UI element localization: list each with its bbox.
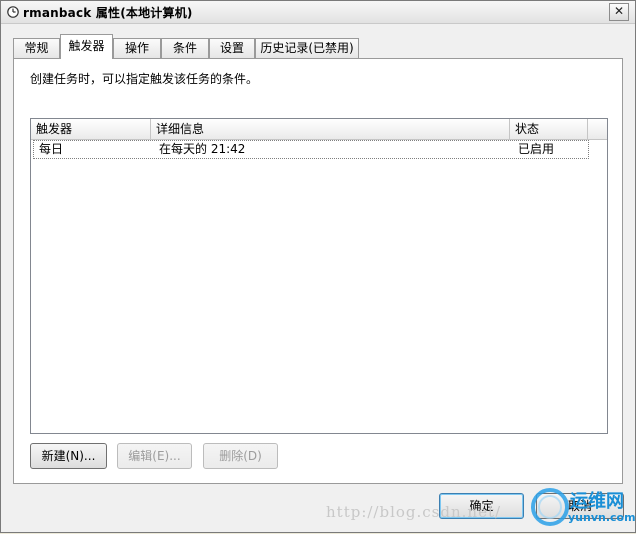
close-button[interactable]: ✕ [609, 3, 629, 21]
tab-general[interactable]: 常规 [13, 38, 60, 58]
logo-text: 运维网 [570, 491, 624, 512]
watermark-url: http://blog.csdn.net/ [326, 503, 502, 521]
tab-triggers[interactable]: 触发器 [60, 34, 113, 59]
table-row[interactable]: 每日 在每天的 21:42 已启用 [33, 140, 589, 159]
triggers-list[interactable]: 触发器 详细信息 状态 每日 在每天的 21:42 已启用 [30, 118, 608, 434]
triggers-panel: 创建任务时，可以指定触发该任务的条件。 触发器 详细信息 状态 每日 在每天的 … [13, 58, 623, 484]
panel-description: 创建任务时，可以指定触发该任务的条件。 [30, 72, 259, 86]
site-logo: 运维网 yunvn.com [530, 485, 636, 531]
clock-icon [7, 6, 19, 18]
cell-trigger: 每日 [39, 142, 64, 156]
cell-details: 在每天的 21:42 [159, 142, 246, 156]
tab-history[interactable]: 历史记录(已禁用) [255, 38, 359, 58]
column-header-details[interactable]: 详细信息 [151, 119, 510, 139]
logo-domain: yunvn.com [568, 511, 636, 524]
title-bar[interactable]: rmanback 属性(本地计算机) ✕ [1, 1, 635, 24]
edit-trigger-button[interactable]: 编辑(E)... [117, 443, 192, 469]
column-header-status[interactable]: 状态 [510, 119, 588, 139]
new-trigger-button[interactable]: 新建(N)... [30, 443, 107, 469]
tab-settings[interactable]: 设置 [209, 38, 255, 58]
column-header-trigger[interactable]: 触发器 [31, 119, 151, 139]
cell-status: 已启用 [518, 142, 555, 156]
tab-actions[interactable]: 操作 [113, 38, 161, 58]
properties-window: rmanback 属性(本地计算机) ✕ 常规 触发器 操作 条件 设置 历史记… [0, 0, 636, 533]
list-header: 触发器 详细信息 状态 [31, 119, 607, 140]
tab-conditions[interactable]: 条件 [161, 38, 209, 58]
window-title: rmanback 属性(本地计算机) [23, 6, 193, 20]
delete-trigger-button[interactable]: 删除(D) [203, 443, 278, 469]
